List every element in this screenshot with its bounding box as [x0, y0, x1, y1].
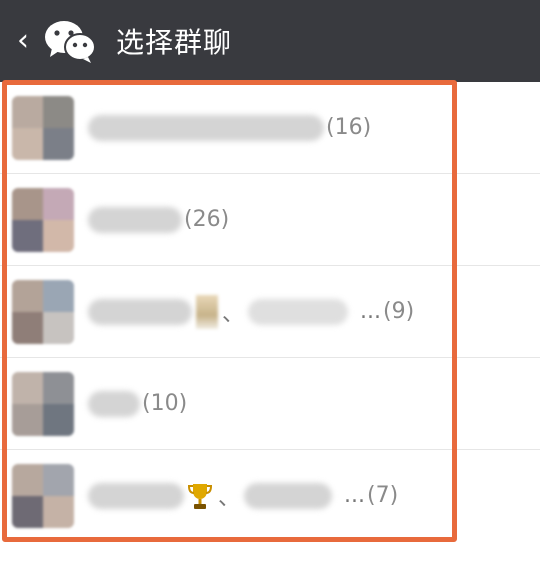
- group-avatar: [12, 187, 74, 252]
- group-chat-item[interactable]: (10): [0, 358, 540, 450]
- ellipsis: ...: [344, 483, 365, 508]
- ellipsis: ...: [360, 299, 381, 324]
- group-name-redacted: [88, 390, 140, 417]
- group-chat-item[interactable]: 、 ... (7): [0, 450, 540, 541]
- member-count: (10): [142, 391, 188, 416]
- chevron-left-icon: ‹: [17, 23, 29, 58]
- header-bar: ‹ 选择群聊: [0, 0, 540, 82]
- group-name-redacted: [88, 298, 192, 325]
- group-name-redacted: [88, 206, 182, 233]
- group-chat-list: (16) (26) 、 ... (9) (10) 、 ... (7): [0, 82, 540, 566]
- name-separator: 、: [218, 485, 241, 511]
- group-avatar: [12, 463, 74, 528]
- group-avatar: [12, 279, 74, 344]
- member-count: (16): [326, 115, 372, 140]
- group-chat-item[interactable]: (16): [0, 82, 540, 174]
- page-title: 选择群聊: [116, 26, 233, 59]
- group-avatar: [12, 95, 74, 160]
- trophy-icon: [187, 483, 213, 509]
- group-name-redacted: [88, 114, 324, 141]
- wechat-logo-icon: [45, 21, 96, 63]
- member-count: (9): [383, 299, 415, 324]
- group-chat-item[interactable]: 、 ... (9): [0, 266, 540, 358]
- back-button[interactable]: ‹: [8, 21, 38, 61]
- group-name-redacted: [88, 482, 184, 509]
- group-chat-item[interactable]: (26): [0, 174, 540, 266]
- member-count: (26): [184, 207, 230, 232]
- group-name-redacted: [248, 298, 349, 325]
- name-separator: 、: [222, 301, 245, 327]
- member-count: (7): [367, 483, 399, 508]
- group-avatar: [12, 371, 74, 436]
- group-name-redacted: [244, 482, 333, 509]
- blurred-thumbnail: [196, 294, 218, 329]
